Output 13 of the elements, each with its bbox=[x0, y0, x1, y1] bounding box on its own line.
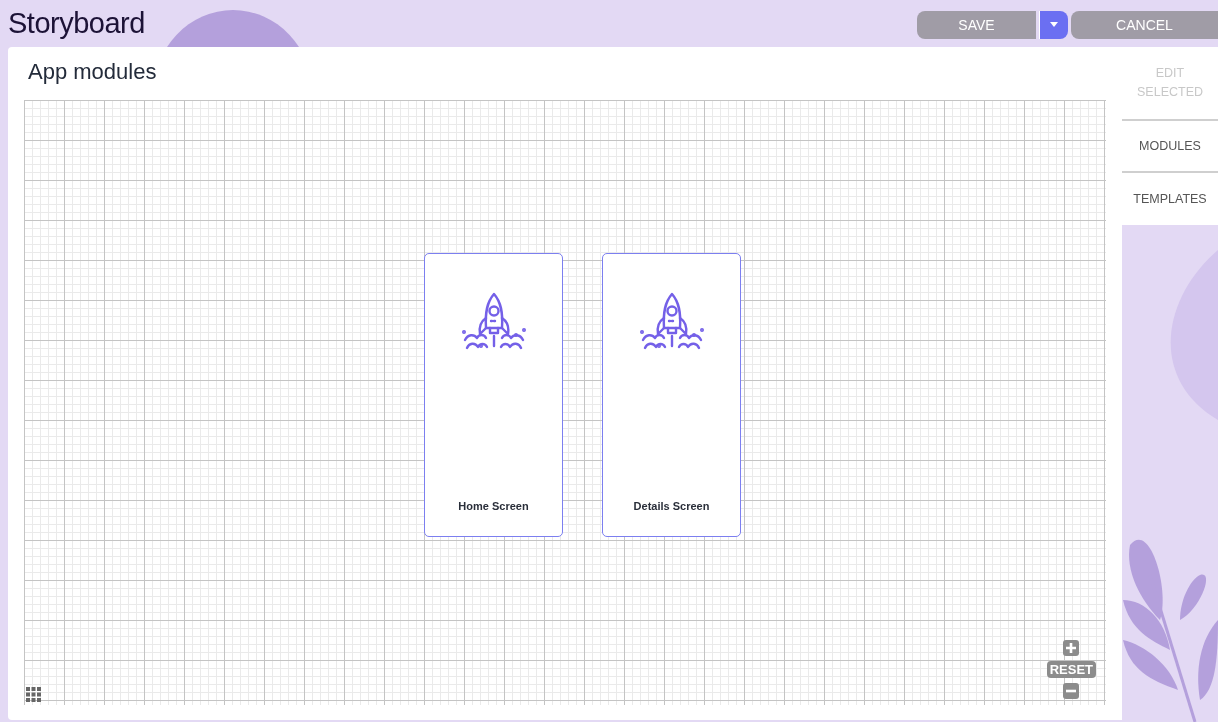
grid-icon[interactable] bbox=[26, 687, 41, 702]
module-card[interactable]: Details Screen bbox=[602, 253, 741, 537]
module-label: Home Screen bbox=[458, 500, 529, 512]
caret-icon bbox=[1050, 22, 1058, 27]
zoom-out-button[interactable] bbox=[1063, 683, 1080, 699]
grid-canvas[interactable]: RESET Home Screen Details Screen bbox=[24, 100, 1106, 705]
module-card[interactable]: Home Screen bbox=[424, 253, 563, 537]
panel-title: App modules bbox=[27, 58, 158, 86]
save-options-button[interactable] bbox=[1039, 10, 1068, 39]
plus-icon bbox=[1066, 643, 1077, 653]
app-title: Storyboard bbox=[8, 7, 146, 40]
zoom-in-button[interactable] bbox=[1063, 640, 1080, 656]
module-label: Details Screen bbox=[633, 500, 710, 512]
